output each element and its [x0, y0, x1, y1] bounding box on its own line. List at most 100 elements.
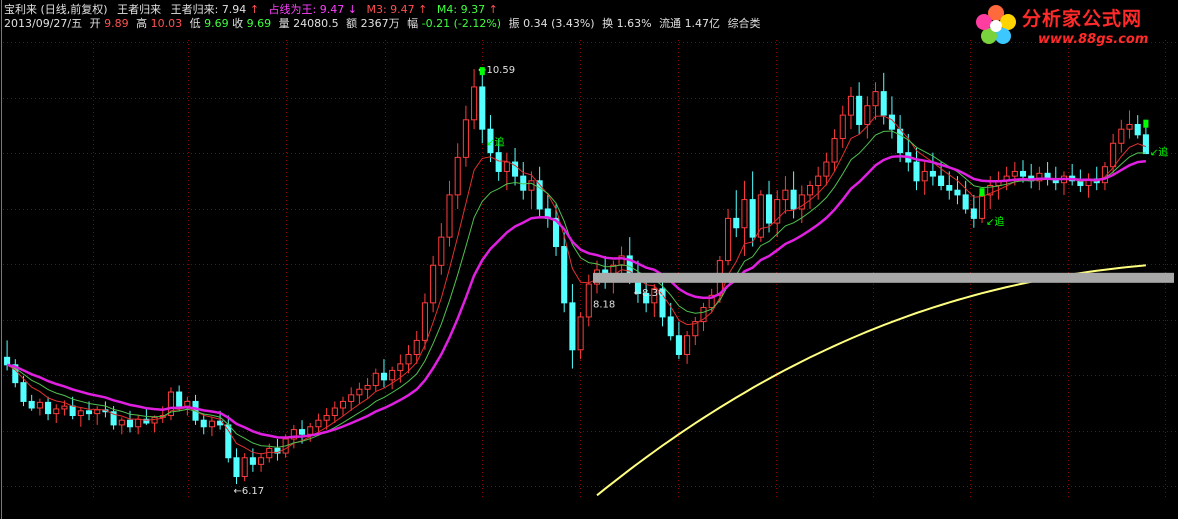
- candle: [339, 396, 347, 416]
- chart-canvas[interactable]: ←10.59←6.178.18←8.30↙追↙追↙追 宝利来 (日线,前复权) …: [0, 0, 1178, 519]
- candle-body: [856, 95, 863, 125]
- candle: [438, 223, 445, 275]
- date: 2013/09/27/五: [4, 17, 82, 30]
- indicator-name: 王者归来: [117, 2, 161, 16]
- candle-body: [118, 419, 125, 426]
- candle-body: [938, 175, 945, 187]
- flower-logo-icon: [976, 5, 1016, 44]
- candle-body: [94, 409, 101, 415]
- candle-body: [200, 419, 207, 428]
- candle-body: [397, 363, 404, 371]
- candle-body: [561, 246, 568, 304]
- candle-body: [36, 401, 43, 409]
- candle: [446, 180, 453, 247]
- candle-body: [1110, 142, 1117, 168]
- indicator-3-label: 占线为王:: [269, 2, 317, 16]
- candle-body: [577, 316, 584, 351]
- candle-body: [585, 283, 592, 318]
- up-arrow-icon: ↑: [250, 3, 259, 16]
- candle: [864, 96, 871, 139]
- brand-name: 分析家公式网: [1022, 8, 1143, 30]
- candle: [667, 302, 674, 341]
- candle: [77, 407, 84, 427]
- candle: [53, 404, 60, 424]
- candle: [536, 166, 543, 219]
- low-label: ←6.17: [233, 486, 264, 497]
- candle: [675, 321, 682, 360]
- candle: [151, 415, 158, 433]
- amplitude-value: 0.34 (3.43%): [523, 17, 595, 30]
- svg-text:宝利来 (日线,前复权) 王: 宝利来 (日线,前复权) 王者归来 王者归来: 7.94 ↑ 占线为王: 9.4…: [4, 2, 498, 16]
- buy-signal-marker: [479, 67, 485, 76]
- candle-body: [1118, 128, 1125, 144]
- candle-body: [331, 407, 338, 417]
- candle-body: [569, 302, 576, 351]
- candle: [700, 302, 707, 332]
- candle-body: [839, 114, 846, 140]
- candle: [208, 417, 215, 437]
- candle-body: [380, 372, 388, 381]
- candle-body: [897, 128, 904, 154]
- buy-signal-label: ↙追: [486, 135, 504, 148]
- turnover-value: 1.63%: [617, 17, 652, 30]
- candle-body: [741, 199, 748, 229]
- candle-body: [790, 189, 797, 210]
- candle: [569, 284, 576, 369]
- close-value: 9.69: [247, 17, 272, 30]
- candle-body: [749, 199, 756, 238]
- candle-body: [208, 420, 215, 428]
- candle-body: [872, 91, 879, 107]
- candle: [348, 387, 355, 411]
- candle: [921, 162, 928, 195]
- candle-body: [69, 405, 76, 417]
- sector: 综合类: [728, 16, 761, 30]
- candle-body: [831, 138, 838, 163]
- candle: [372, 368, 379, 393]
- candle: [241, 453, 248, 482]
- candle-body: [348, 394, 355, 402]
- up-arrow-icon: ↑: [489, 3, 498, 16]
- candle-body: [765, 194, 773, 224]
- candle: [69, 396, 76, 420]
- gray-band: [592, 272, 1174, 283]
- candle-body: [405, 353, 412, 365]
- candle: [1118, 119, 1125, 153]
- candle: [356, 382, 363, 405]
- down-arrow-icon: ↓: [348, 3, 357, 16]
- candle-body: [389, 369, 396, 381]
- candle: [602, 255, 609, 289]
- candle: [1044, 162, 1051, 186]
- candle-body: [495, 152, 502, 172]
- candle-body: [45, 401, 52, 415]
- candle-body: [298, 429, 306, 435]
- candle: [1126, 110, 1133, 139]
- candle-body: [725, 217, 732, 262]
- candle: [479, 69, 486, 144]
- indicator-2-value: 7.94: [222, 3, 247, 16]
- candle-body: [503, 161, 510, 172]
- candle: [897, 115, 904, 163]
- grid-lines: [1, 0, 1178, 519]
- candle: [790, 171, 797, 219]
- candle: [725, 208, 732, 266]
- candle-body: [135, 418, 142, 428]
- candle-body: [667, 316, 674, 337]
- candlestick-chart[interactable]: ←10.59 ←6.17 8.18 ←8.30 ↙追 ↙追 ↙追 宝利来 (日线,前复权) …: [0, 0, 1178, 519]
- candle-body: [184, 400, 191, 407]
- candle-body: [675, 335, 682, 355]
- candle-body: [438, 236, 445, 266]
- candle-body: [462, 119, 469, 158]
- candle-body: [806, 185, 814, 196]
- period-label: (日线,前复权): [41, 2, 108, 16]
- float-value: 1.47亿: [685, 17, 721, 30]
- candle: [28, 394, 35, 411]
- mid-low-label-1: 8.18: [593, 299, 615, 310]
- candle: [36, 398, 43, 416]
- candle-body: [4, 356, 11, 366]
- candle-body: [454, 156, 461, 196]
- candle: [913, 147, 920, 191]
- indicator-2-label: 王者归来:: [171, 2, 219, 16]
- candle-body: [1019, 170, 1027, 177]
- candle: [1060, 171, 1068, 195]
- svg-text:2013/09/27/五 开: 2013/09/27/五 开 9.89 高 10.03 低 9.69 收 9.6…: [4, 16, 761, 30]
